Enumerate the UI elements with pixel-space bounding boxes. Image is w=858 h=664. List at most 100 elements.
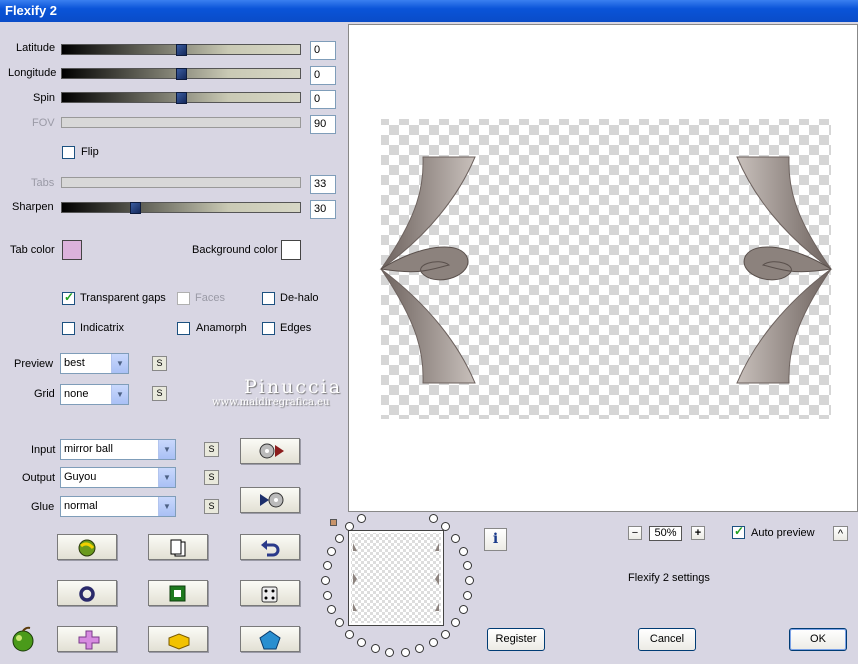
preview-quality-select[interactable]: best ▼: [60, 353, 129, 374]
navigator-dot[interactable]: [327, 605, 337, 615]
watermark-site: www.maidiregrafica.eu: [212, 397, 330, 408]
navigator-dot[interactable]: [357, 638, 366, 648]
preview-canvas[interactable]: [348, 24, 858, 512]
de-halo-checkbox[interactable]: [262, 292, 275, 305]
longitude-slider-thumb[interactable]: [176, 68, 187, 80]
latitude-label: Latitude: [16, 42, 56, 54]
zoom-level: 50%: [649, 526, 682, 541]
navigator-dot[interactable]: [322, 561, 332, 571]
auto-preview-label: Auto preview: [751, 527, 815, 539]
randomize-button[interactable]: [57, 534, 117, 560]
navigator-dot[interactable]: [465, 576, 474, 585]
anamorph-checkbox[interactable]: [177, 322, 190, 335]
navigator-dot[interactable]: [385, 647, 395, 657]
zoom-in-button[interactable]: +: [691, 526, 705, 540]
brick-icon: [168, 633, 190, 650]
auto-preview-checkbox[interactable]: [732, 524, 745, 539]
play-forward-button[interactable]: [240, 438, 300, 464]
zoom-out-button[interactable]: −: [628, 526, 642, 540]
chevron-down-icon[interactable]: ▼: [158, 440, 175, 459]
spin-slider-thumb[interactable]: [176, 92, 187, 104]
sharpen-slider-thumb[interactable]: [130, 202, 141, 214]
glue-s-button[interactable]: S: [204, 499, 219, 514]
latitude-input[interactable]: 0: [310, 41, 336, 60]
grid-label: Grid: [34, 388, 55, 400]
register-button[interactable]: Register: [487, 628, 545, 651]
navigator-dot[interactable]: [357, 513, 366, 523]
navigator-dot[interactable]: [370, 644, 380, 654]
grid-select[interactable]: none ▼: [60, 384, 129, 405]
plus-shape-button[interactable]: [57, 626, 117, 652]
navigator-dot[interactable]: [322, 590, 332, 600]
settings-status-text: Flexify 2 settings: [628, 572, 710, 584]
indicatrix-label: Indicatrix: [80, 322, 125, 334]
copy-button[interactable]: [148, 534, 208, 560]
spin-input[interactable]: 0: [310, 90, 336, 109]
latitude-slider[interactable]: [61, 44, 301, 56]
glue-select[interactable]: normal ▼: [60, 496, 176, 517]
de-halo-label: De-halo: [280, 292, 319, 304]
background-color-swatch[interactable]: [281, 240, 301, 260]
chevron-down-icon[interactable]: ▼: [158, 468, 175, 487]
navigator-dot[interactable]: [463, 561, 473, 571]
ok-button[interactable]: OK: [789, 628, 847, 651]
info-button[interactable]: i: [484, 528, 507, 551]
square-shape-button[interactable]: [148, 580, 208, 606]
preview-quality-value: best: [64, 357, 85, 369]
navigator-dot[interactable]: [463, 590, 473, 600]
navigator-dot[interactable]: [429, 638, 438, 648]
flip-checkbox[interactable]: [62, 146, 75, 159]
navigator-handle[interactable]: [330, 519, 337, 526]
navigator-dot[interactable]: [458, 605, 468, 615]
navigator-dot[interactable]: [334, 618, 344, 628]
circle-shape-button[interactable]: [57, 580, 117, 606]
preview-s-button[interactable]: S: [152, 356, 167, 371]
collapse-button[interactable]: ^: [833, 526, 848, 541]
latitude-slider-thumb[interactable]: [176, 44, 187, 56]
navigator-dot[interactable]: [344, 629, 354, 639]
chevron-down-icon[interactable]: ▼: [158, 497, 175, 516]
tab-color-swatch[interactable]: [62, 240, 82, 260]
edges-checkbox[interactable]: [262, 322, 275, 335]
chevron-down-icon[interactable]: ▼: [111, 385, 128, 404]
sharpen-input[interactable]: 30: [310, 200, 336, 219]
navigator-dot[interactable]: [441, 522, 451, 532]
spin-slider[interactable]: [61, 92, 301, 104]
navigator-dot[interactable]: [451, 533, 461, 543]
fov-input: 90: [310, 115, 336, 134]
transparent-gaps-checkbox[interactable]: [62, 290, 75, 305]
navigator-dot[interactable]: [400, 647, 410, 657]
cancel-button[interactable]: Cancel: [638, 628, 696, 651]
navigator-dot[interactable]: [451, 618, 461, 628]
output-s-button[interactable]: S: [204, 470, 219, 485]
play-back-button[interactable]: [240, 487, 300, 513]
tabs-input[interactable]: 33: [310, 175, 336, 194]
transparent-gaps-label: Transparent gaps: [80, 292, 166, 304]
navigator-dot[interactable]: [429, 513, 438, 523]
brick-button[interactable]: [148, 626, 208, 652]
longitude-slider[interactable]: [61, 68, 301, 80]
navigator-thumbnail[interactable]: [348, 530, 444, 626]
plus-cross-icon: [78, 630, 100, 650]
output-select[interactable]: Guyou ▼: [60, 467, 176, 488]
navigator-dot[interactable]: [327, 546, 337, 556]
navigator-dot[interactable]: [321, 576, 330, 585]
indicatrix-checkbox[interactable]: [62, 322, 75, 335]
chevron-down-icon[interactable]: ▼: [111, 354, 128, 373]
input-select[interactable]: mirror ball ▼: [60, 439, 176, 460]
navigator-dot[interactable]: [458, 546, 468, 556]
preview-quality-label: Preview: [14, 358, 54, 370]
dice-button[interactable]: [240, 580, 300, 606]
navigator-dot[interactable]: [415, 644, 425, 654]
navigator-dot[interactable]: [334, 533, 344, 543]
navigator-dot[interactable]: [441, 629, 451, 639]
longitude-input[interactable]: 0: [310, 66, 336, 85]
pentagon-button[interactable]: [240, 626, 300, 652]
apple-logo-icon[interactable]: [10, 626, 36, 652]
tabs-slider: [61, 177, 301, 188]
sharpen-slider[interactable]: [61, 202, 301, 214]
input-label: Input: [31, 444, 56, 456]
undo-button[interactable]: [240, 534, 300, 560]
grid-s-button[interactable]: S: [152, 386, 167, 401]
input-s-button[interactable]: S: [204, 442, 219, 457]
